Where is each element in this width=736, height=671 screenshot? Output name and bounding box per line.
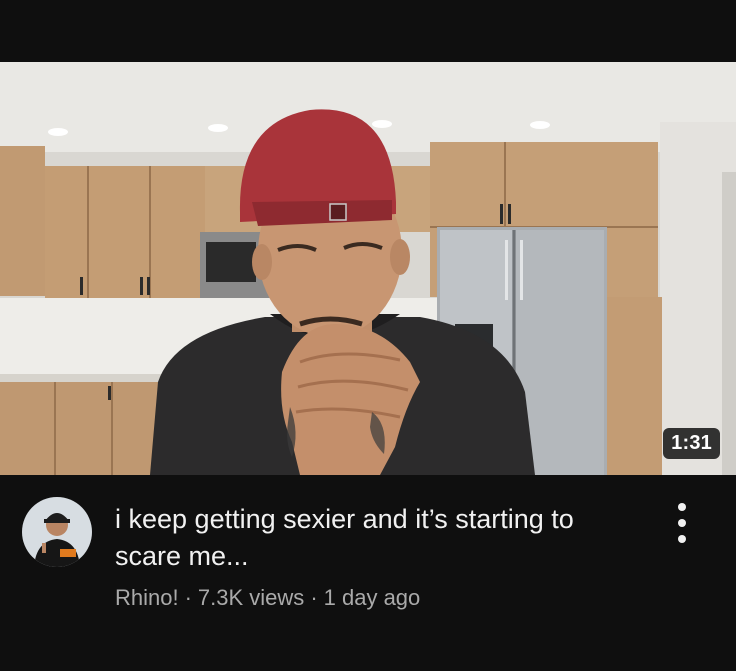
avatar-image (22, 497, 92, 567)
separator-dot: · (310, 585, 318, 610)
dot-icon (678, 535, 686, 543)
top-black-bar (0, 0, 736, 62)
view-count: 7.3K views (197, 585, 305, 610)
thumbnail-image (0, 62, 736, 475)
video-metadata: i keep getting sexier and it’s starting … (0, 475, 736, 671)
duration-badge: 1:31 (663, 428, 720, 459)
upload-age: 1 day ago (323, 585, 421, 610)
video-subtitle: Rhino! · 7.3K views · 1 day ago (115, 585, 420, 611)
dot-icon (678, 519, 686, 527)
channel-name[interactable]: Rhino! (115, 585, 179, 610)
vertical-ellipsis-icon[interactable] (666, 503, 698, 543)
separator-dot: · (184, 585, 192, 610)
video-thumbnail[interactable]: 1:31 (0, 62, 736, 475)
video-title[interactable]: i keep getting sexier and it’s starting … (115, 501, 635, 575)
channel-avatar[interactable] (22, 497, 92, 567)
dot-icon (678, 503, 686, 511)
